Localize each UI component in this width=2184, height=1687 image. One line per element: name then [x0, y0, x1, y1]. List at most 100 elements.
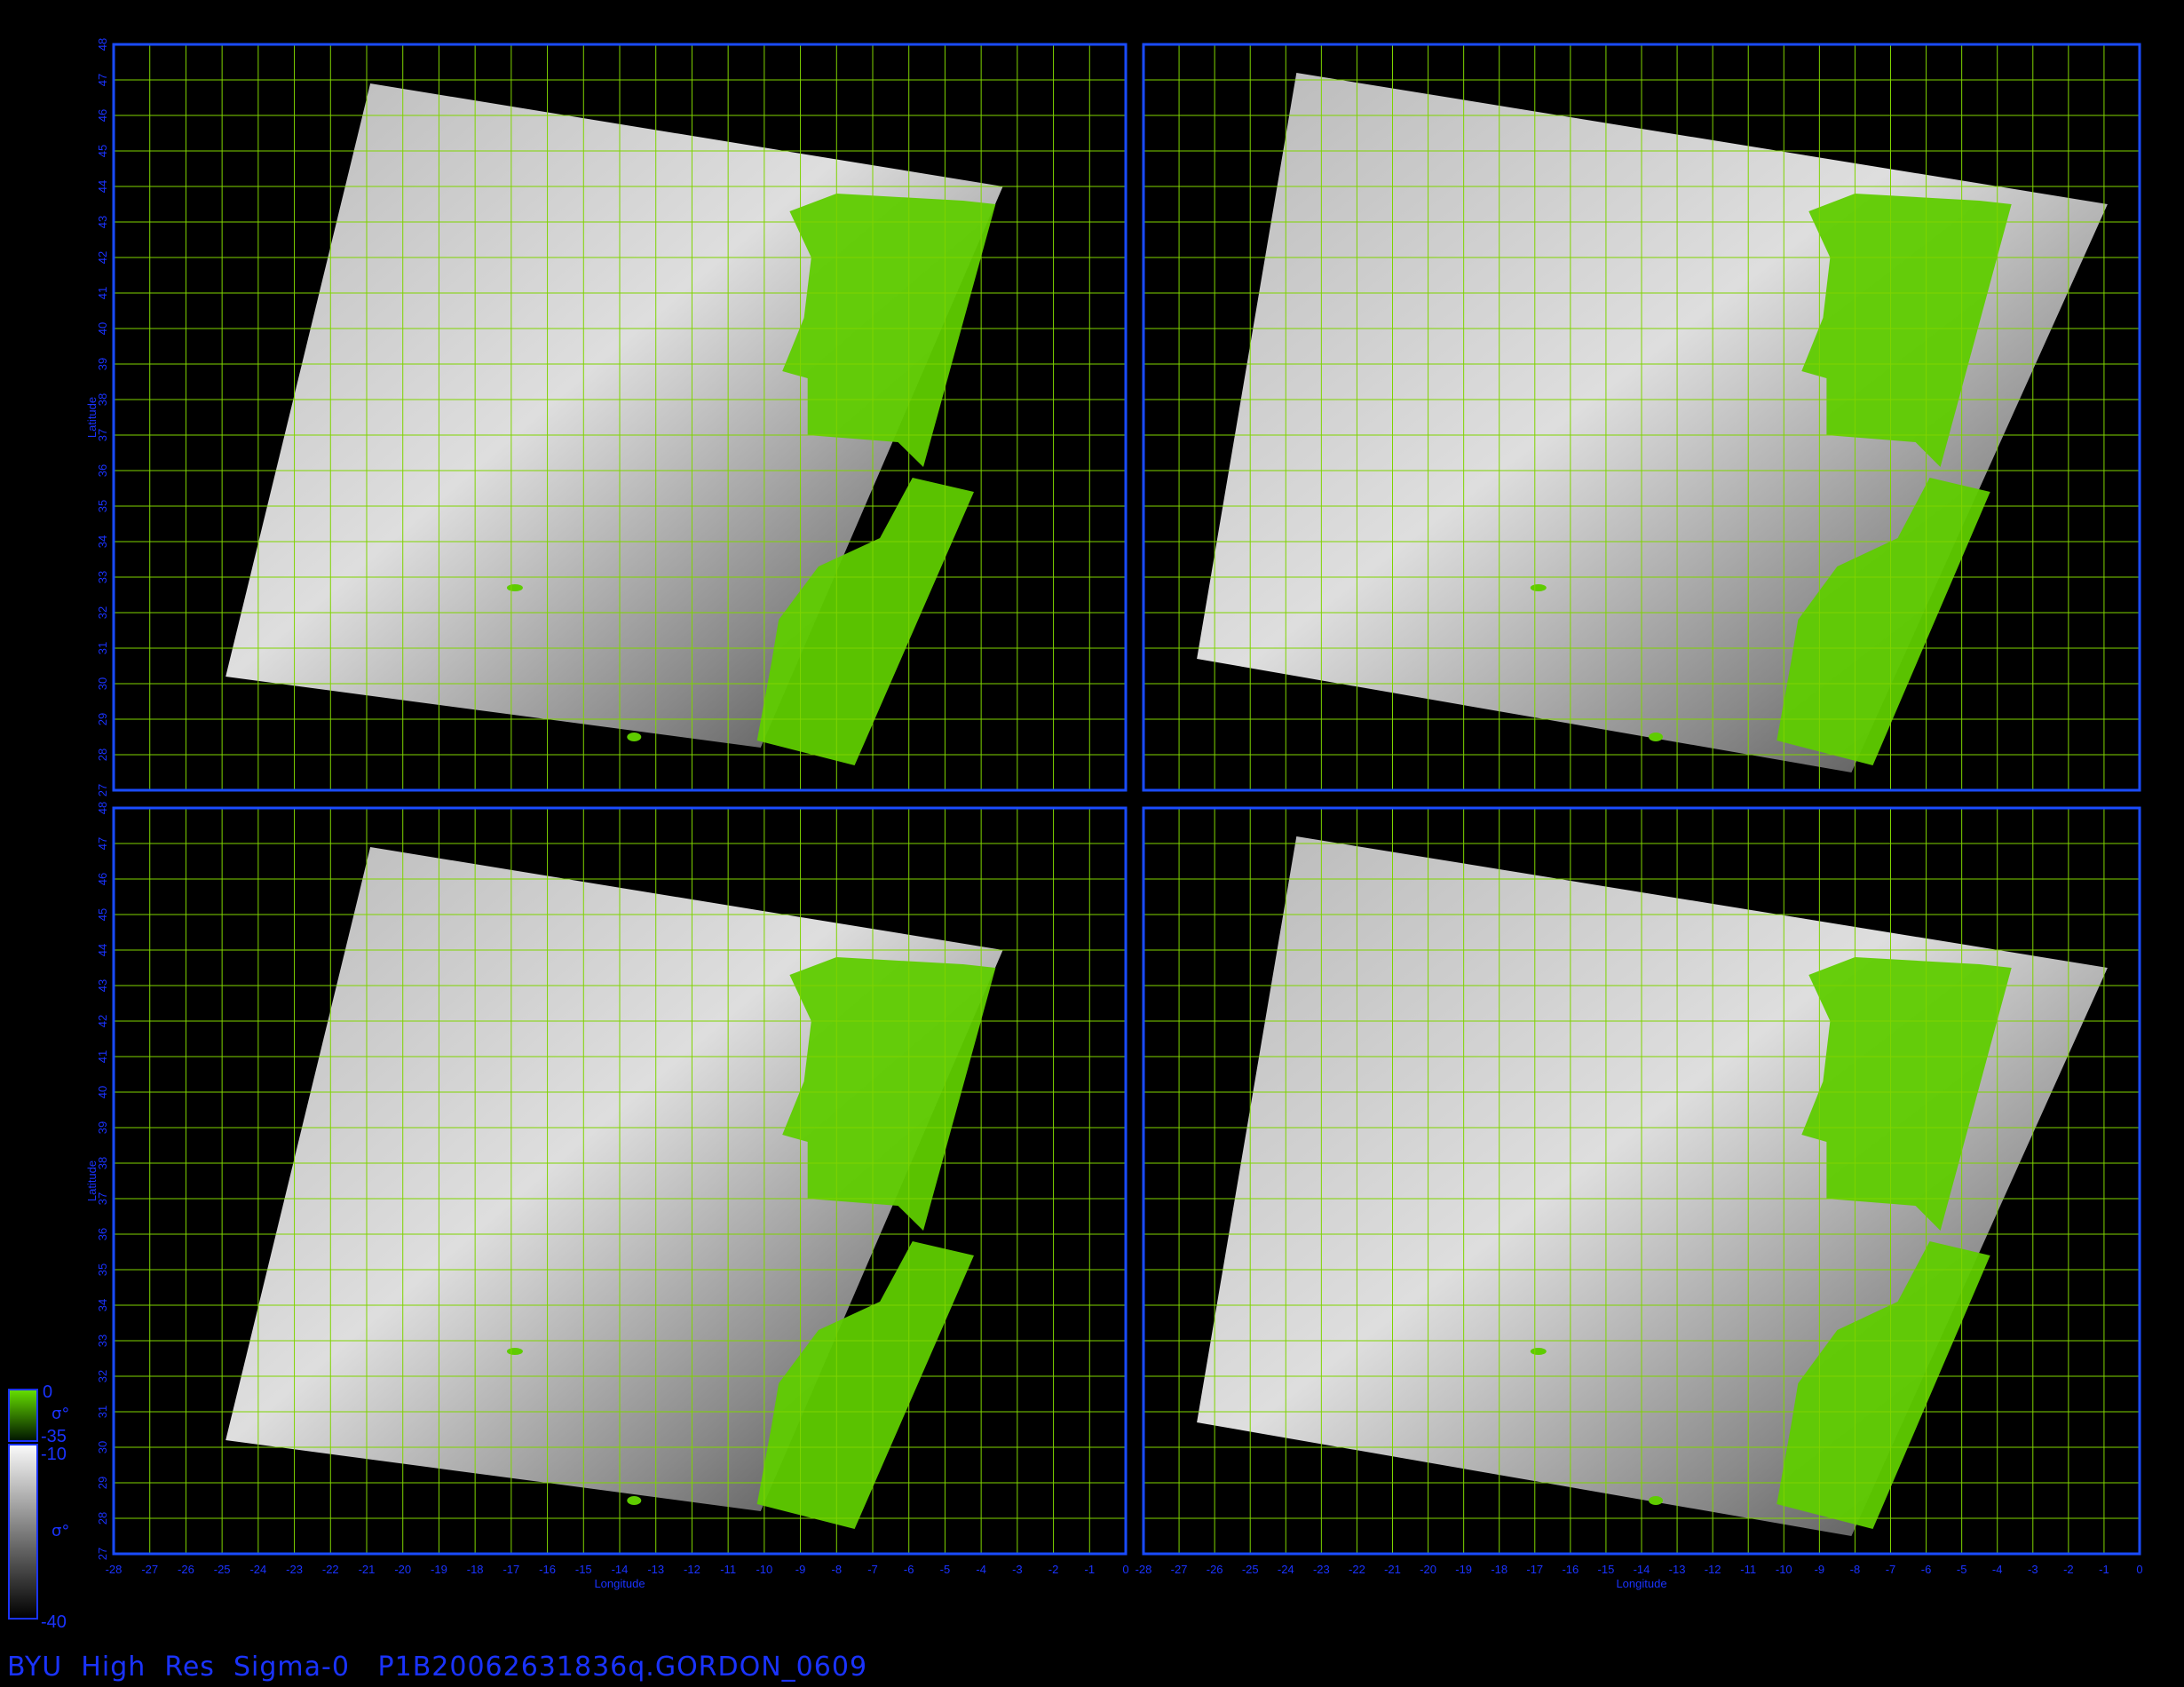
- sigma0-swath: [1197, 836, 2108, 1536]
- y-tick-label: 39: [96, 358, 109, 370]
- x-tick-label: -25: [214, 1563, 231, 1576]
- land-madeira: [1530, 584, 1547, 591]
- y-tick-label: 43: [96, 216, 109, 228]
- x-tick-label: -16: [539, 1563, 556, 1576]
- x-tick-label: -15: [575, 1563, 592, 1576]
- x-tick-label: -14: [612, 1563, 629, 1576]
- y-axis-label: Latitude: [85, 1160, 99, 1201]
- x-tick-label: -1: [1085, 1563, 1096, 1576]
- x-tick-label: -4: [976, 1563, 986, 1576]
- x-tick-label: -3: [1012, 1563, 1023, 1576]
- map-panel-top-right: [1142, 43, 2141, 792]
- y-axis-label: Latitude: [85, 397, 99, 438]
- x-tick-label: -3: [2028, 1563, 2038, 1576]
- sigma0-map-figure: 2728293031323334353637383940414243444546…: [8, 38, 2143, 1632]
- y-tick-label: 36: [96, 1228, 109, 1240]
- y-tick-label: 29: [96, 1477, 109, 1489]
- x-tick-label: -28: [106, 1563, 123, 1576]
- y-tick-label: 40: [96, 322, 109, 335]
- x-tick-label: -10: [1776, 1563, 1792, 1576]
- x-axis-label: Longitude: [594, 1577, 645, 1590]
- x-tick-label: -12: [684, 1563, 700, 1576]
- x-tick-label: -18: [467, 1563, 484, 1576]
- x-tick-label: -21: [359, 1563, 376, 1576]
- x-tick-label: -22: [1349, 1563, 1365, 1576]
- y-tick-label: 30: [96, 677, 109, 690]
- y-tick-label: 33: [96, 1335, 109, 1347]
- x-tick-label: -28: [1136, 1563, 1152, 1576]
- y-tick-label: 44: [96, 180, 109, 193]
- y-tick-label: 41: [96, 287, 109, 299]
- x-tick-label: -5: [1957, 1563, 1967, 1576]
- colorbar: 0 σ° -35 -10 σ° -40: [8, 1382, 69, 1632]
- y-tick-label: 28: [96, 748, 109, 761]
- land-canary: [1649, 733, 1664, 741]
- y-tick-label: 35: [96, 1263, 109, 1276]
- y-tick-label: 30: [96, 1441, 109, 1453]
- x-tick-label: -20: [1420, 1563, 1436, 1576]
- y-tick-label: 46: [96, 873, 109, 885]
- x-tick-label: -2: [2063, 1563, 2074, 1576]
- map-panel-bottom-left: [112, 806, 1128, 1556]
- x-tick-label: -2: [1048, 1563, 1059, 1576]
- y-tick-label: 28: [96, 1512, 109, 1525]
- colorbar-land-symbol: σ°: [51, 1405, 69, 1423]
- y-tick-label: 33: [96, 571, 109, 583]
- y-tick-label: 47: [96, 837, 109, 850]
- x-tick-label: -18: [1491, 1563, 1507, 1576]
- y-tick-label: 34: [96, 1299, 109, 1311]
- y-tick-label: 27: [96, 784, 109, 796]
- y-tick-label: 43: [96, 979, 109, 992]
- x-tick-label: -9: [1815, 1563, 1825, 1576]
- x-tick-label: -27: [141, 1563, 158, 1576]
- x-tick-label: -19: [431, 1563, 447, 1576]
- colorbar-ocean-symbol: σ°: [51, 1522, 69, 1540]
- y-tick-label: 36: [96, 464, 109, 477]
- x-tick-label: -8: [832, 1563, 843, 1576]
- colorbar-land: [8, 1389, 38, 1442]
- y-tick-label: 46: [96, 109, 109, 122]
- x-tick-label: -27: [1171, 1563, 1188, 1576]
- colorbar-ocean-top-label: -10: [41, 1445, 67, 1464]
- figure-footer-title: BYU High Res Sigma-0 P1B20062631836q.GOR…: [7, 1651, 868, 1683]
- y-tick-label: 32: [96, 606, 109, 619]
- y-tick-label: 29: [96, 713, 109, 725]
- x-tick-label: -26: [1207, 1563, 1223, 1576]
- x-tick-label: 0: [1122, 1563, 1128, 1576]
- x-tick-label: -4: [1992, 1563, 2003, 1576]
- x-tick-label: -11: [1740, 1563, 1756, 1576]
- y-tick-label: 44: [96, 944, 109, 956]
- x-tick-label: -7: [867, 1563, 878, 1576]
- land-canary: [1649, 1496, 1664, 1505]
- land-madeira: [1530, 1348, 1547, 1355]
- x-tick-label: -17: [1526, 1563, 1543, 1576]
- x-tick-label: -15: [1598, 1563, 1615, 1576]
- y-tick-label: 35: [96, 500, 109, 512]
- colorbar-ocean-bottom-label: -40: [41, 1612, 67, 1632]
- x-tick-label: -1: [2099, 1563, 2109, 1576]
- x-tick-label: -13: [1669, 1563, 1686, 1576]
- y-tick-label: 40: [96, 1086, 109, 1098]
- y-tick-label: 31: [96, 1406, 109, 1418]
- x-tick-label: -22: [322, 1563, 339, 1576]
- y-tick-label: 31: [96, 642, 109, 654]
- x-tick-label: -20: [394, 1563, 411, 1576]
- land-iberia: [782, 194, 996, 467]
- y-tick-label: 27: [96, 1548, 109, 1560]
- x-tick-label: -12: [1705, 1563, 1721, 1576]
- x-tick-label: -10: [756, 1563, 772, 1576]
- y-tick-label: 42: [96, 251, 109, 264]
- x-tick-label: -24: [1278, 1563, 1294, 1576]
- x-tick-label: -19: [1455, 1563, 1472, 1576]
- y-tick-label: 42: [96, 1015, 109, 1027]
- x-tick-label: 0: [2136, 1563, 2142, 1576]
- land-canary: [627, 733, 642, 741]
- y-tick-label: 39: [96, 1121, 109, 1134]
- colorbar-ocean: [8, 1444, 38, 1620]
- x-tick-label: -21: [1384, 1563, 1401, 1576]
- x-tick-label: -9: [795, 1563, 806, 1576]
- land-canary: [627, 1496, 642, 1505]
- x-tick-label: -11: [720, 1563, 736, 1576]
- sigma0-swath: [1197, 73, 2108, 772]
- x-tick-label: -16: [1562, 1563, 1579, 1576]
